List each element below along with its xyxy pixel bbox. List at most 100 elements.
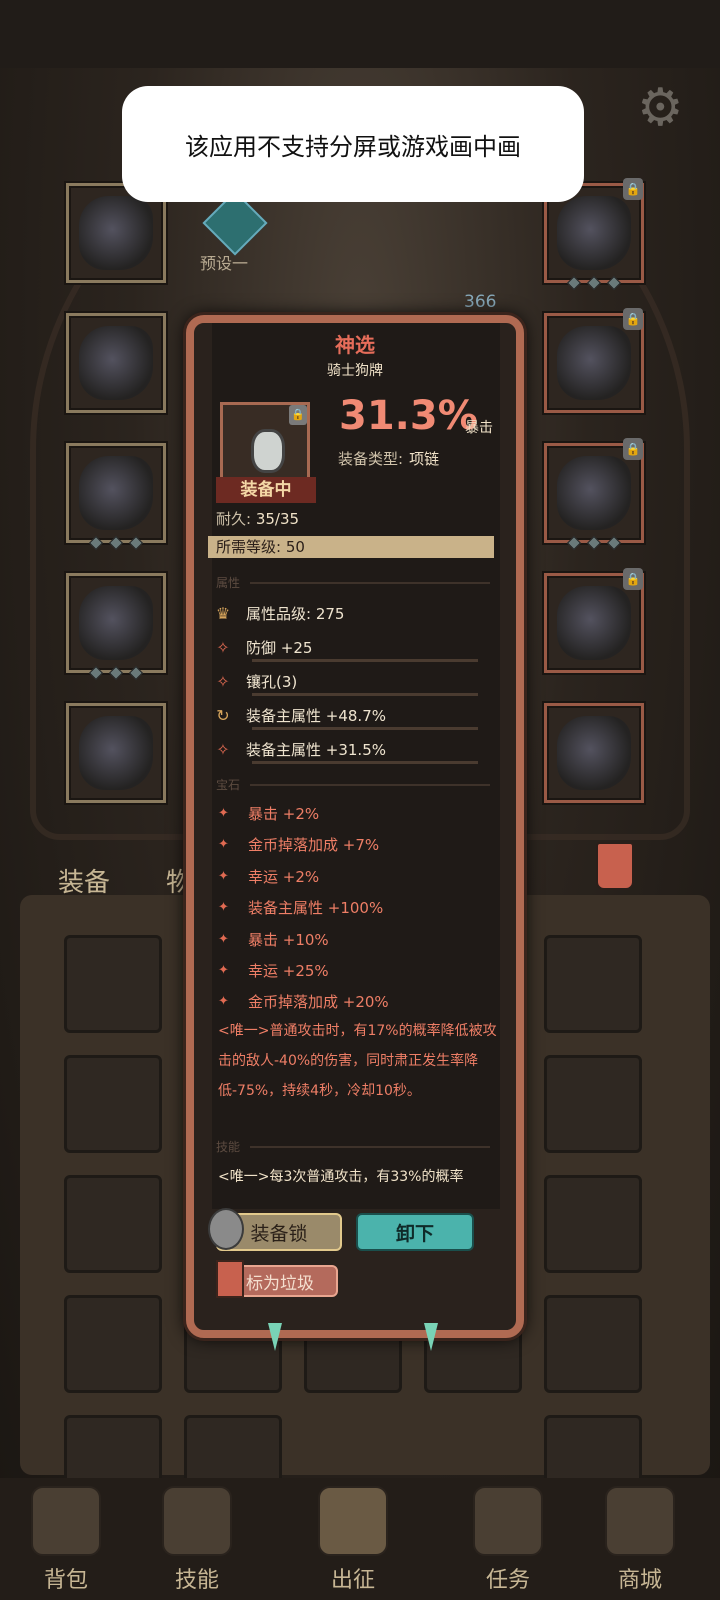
section-skills: 技能 [216,1140,491,1154]
trash-icon[interactable] [596,842,634,890]
item-rarity: 神选 [335,333,375,357]
lock-icon: 🔒 [289,405,307,425]
equip-slot-right-4[interactable]: 🔒 [544,568,644,673]
gem-row: ✦ 暴击 +2% [218,803,319,824]
gear-icon[interactable]: ⚙ [637,80,693,136]
item-fur-armor-icon [79,326,153,400]
refresh-icon[interactable]: ↻ [214,706,232,725]
equip-slot-right-3[interactable]: 🔒 [544,438,644,551]
socket-row [566,275,622,291]
toast-message: 该应用不支持分屏或游戏画中画 [122,86,584,202]
gem-star-icon: ✦ [218,932,229,947]
nav-skills[interactable]: 技能 [137,1478,257,1600]
backpack-icon [31,1486,101,1556]
type-label: 装备类型: [338,450,404,468]
lock-icon: 🔒 [623,308,643,330]
gem-star-icon: ✦ [218,869,229,884]
shop-crest-icon [605,1486,675,1556]
attribute-row: ♛ 属性品级: 275 [214,603,345,624]
nav-label: 商城 [617,1568,662,1593]
item-gauntlet-icon [557,716,631,790]
equip-slot-left-3[interactable] [66,443,166,551]
gem-text: 装备主属性 +100% [248,899,384,917]
attribute-bar [252,659,478,662]
nav-label: 出征 [330,1568,375,1593]
item-boots-icon [79,716,153,790]
bag-cell[interactable] [544,1295,642,1393]
tab-equipment[interactable]: 装备 [58,862,110,899]
sword-map-icon [318,1486,388,1556]
status-bar [0,0,720,68]
dog-tag-icon [251,429,285,473]
bag-cell[interactable] [64,1175,162,1273]
attribute-text: 装备主属性 +48.7% [246,707,386,725]
gem-row: ✦ 暴击 +10% [218,929,329,950]
unequip-button[interactable]: 卸下 [356,1213,474,1251]
attribute-bar [252,761,478,764]
gem-row: ✦ 装备主属性 +100% [218,897,383,918]
nav-quests[interactable]: 任务 [448,1478,568,1600]
item-wing-icon [79,196,153,270]
gem-text: 暴击 +10% [248,931,329,949]
gem-row: ✦ 金币掉落加成 +20% [218,991,389,1012]
socket-row [566,535,622,551]
nav-label: 技能 [174,1568,219,1593]
bag-cell[interactable] [64,1295,162,1393]
type-value: 项链 [409,450,440,468]
gem-row: ✦ 幸运 +25% [218,960,329,981]
equip-slot-left-4[interactable] [66,573,166,681]
padlock-icon [208,1208,244,1250]
nav-expedition[interactable]: 出征 [293,1478,413,1600]
gem-text: 金币掉落加成 +20% [248,993,389,1011]
diamond-star-icon: ✧ [216,637,230,657]
gem-star-icon: ✦ [218,806,229,821]
item-pants-icon [79,586,153,660]
gem-row: ✦ 幸运 +2% [218,866,319,887]
bag-cell[interactable] [64,1055,162,1153]
item-gem-crown-icon [557,326,631,400]
gem-text: 幸运 +25% [248,962,329,980]
bag-cell[interactable] [544,1055,642,1153]
lock-icon: 🔒 [623,568,643,590]
socket-row [88,535,144,551]
attribute-text: 装备主属性 +31.5% [246,741,386,759]
equip-slot-left-2[interactable] [66,313,166,413]
diamond-star-icon: ✧ [216,739,230,759]
attribute-row: ✧ 防御 +25 [214,637,312,658]
section-attributes: 属性 [216,576,491,590]
durability: 耐久: 35/35 [216,508,299,529]
item-ring-icon [557,456,631,530]
attribute-text: 镶孔(3) [246,673,298,691]
attribute-text: 防御 +25 [246,639,313,657]
attribute-row: ✧ 装备主属性 +31.5% [214,739,386,760]
durability-label: 耐久: [216,510,252,528]
nav-backpack[interactable]: 背包 [6,1478,126,1600]
nav-label: 任务 [485,1568,530,1593]
junk-bin-icon [216,1260,244,1298]
equipped-badge: 装备中 [216,477,316,503]
socket-row [88,665,144,681]
scroll-icon [473,1486,543,1556]
equip-slot-right-5[interactable] [544,703,644,803]
durability-value: 35/35 [255,510,300,528]
attribute-bar [252,727,478,730]
item-helmet-icon [79,456,153,530]
attribute-bar [252,693,478,696]
equip-slot-right-2[interactable]: 🔒 [544,308,644,413]
item-weapon-icon [557,586,631,660]
gem-star-icon: ✦ [218,900,229,915]
crit-value: 31.3% [339,393,478,439]
bag-cell[interactable] [64,935,162,1033]
bag-cell[interactable] [544,935,642,1033]
power-count: 366 [464,292,497,312]
bag-cell[interactable] [544,1175,642,1273]
nav-label: 背包 [43,1568,88,1593]
gem-text: 暴击 +2% [248,805,320,823]
attribute-row: ↻ 装备主属性 +48.7% [214,705,386,726]
item-type: 装备类型: 项链 [338,448,439,469]
preset-label[interactable]: 预设一 [200,250,248,274]
nav-shop[interactable]: 商城 [580,1478,700,1600]
equip-slot-left-5[interactable] [66,703,166,803]
skill-book-icon [162,1486,232,1556]
attribute-text: 属性品级: 275 [246,605,345,623]
